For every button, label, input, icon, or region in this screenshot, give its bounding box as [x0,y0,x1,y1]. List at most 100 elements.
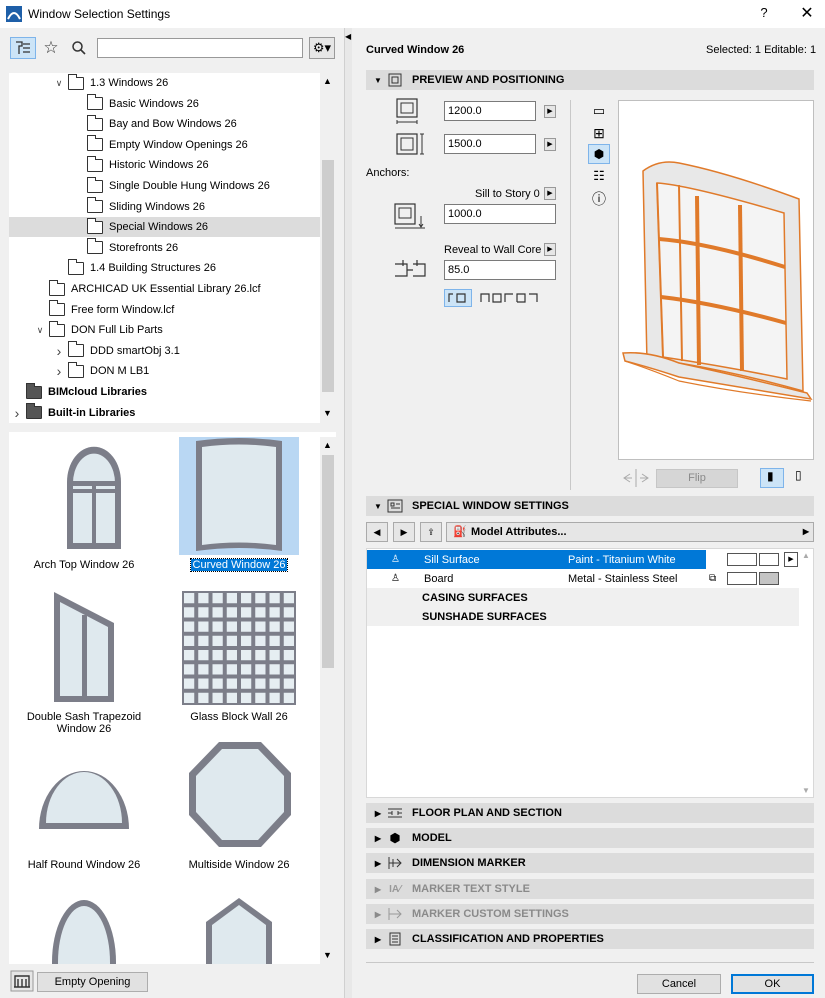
gallery-item[interactable]: Multiside Window 26 [164,737,314,871]
double-sash-trapezoid-thumbnail [24,589,144,707]
search-button[interactable] [68,37,90,59]
tree-item[interactable]: Basic Windows 26 [9,94,321,114]
scroll-up-arrow-icon[interactable]: ▲ [323,76,332,86]
height-arrow-button[interactable]: ▶ [544,138,556,151]
gallery-item[interactable]: Glass Block Wall 26 [164,589,314,723]
height-field[interactable]: 1500.0 [444,134,536,154]
gallery-item-selected[interactable]: Curved Window 26 [164,437,314,572]
tree-item[interactable]: Sliding Windows 26 [9,197,321,217]
reveal-reference-label[interactable]: Reveal to Wall Core [444,244,541,256]
tree-item[interactable]: Single Double Hung Windows 26 [9,176,321,196]
surface-swatch-alt[interactable] [759,553,779,566]
tree-scrollbar-thumb[interactable] [322,160,334,392]
empty-opening-button[interactable]: Empty Opening [37,972,148,992]
floor-plan-icon [386,806,404,820]
tree-item[interactable]: Special Windows 26 [9,217,321,238]
gallery-item[interactable] [9,892,159,964]
dimension-marker-section-header[interactable]: ▶ DIMENSION MARKER [366,853,814,873]
tree-item[interactable]: Bay and Bow Windows 26 [9,114,321,134]
width-arrow-button[interactable]: ▶ [544,105,556,118]
3d-preview[interactable] [618,100,814,460]
side-view-button[interactable]: ☷ [588,166,610,186]
info-button[interactable]: ⓘ [588,189,610,209]
attribute-scrollbar[interactable]: ▲ ▼ [802,549,814,797]
reveal-depth-field[interactable]: 85.0 [444,260,556,280]
flip-button[interactable]: Flip [656,469,738,488]
link-icon[interactable]: ⧉ [709,573,716,584]
gallery-item[interactable] [164,892,314,964]
surface-swatch[interactable] [727,572,757,585]
tree-item[interactable]: › DDD smartObj 3.1 [9,341,321,361]
sill-height-field[interactable]: 1000.0 [444,204,556,224]
collapse-panel-arrow-icon[interactable]: ◀ [345,32,351,41]
expand-chevron-icon[interactable]: ∨ [34,325,46,336]
tree-item[interactable]: Free form Window.lcf [9,300,321,320]
favorites-button[interactable]: ☆ [40,37,62,59]
collapse-chevron-icon[interactable]: › [53,343,65,359]
reveal-reference-arrow-button[interactable]: ▶ [544,243,556,256]
export-settings-button[interactable]: ⇪ [420,522,442,542]
preview-positioning-header[interactable]: ▼ PREVIEW AND POSITIONING [366,70,814,90]
collapse-chevron-icon[interactable]: › [11,405,23,421]
gallery-item[interactable]: Arch Top Window 26 [9,437,159,571]
surface-picker-arrow-icon[interactable]: ▶ [784,552,798,567]
model-section-header[interactable]: ▶ ⬢ MODEL [366,828,814,848]
tree-item[interactable]: › Built-in Libraries [9,403,321,423]
tree-item[interactable]: 1.4 Building Structures 26 [9,258,321,278]
folder-icon [87,94,103,111]
scroll-down-arrow-icon[interactable]: ▼ [802,786,810,795]
width-field[interactable]: 1200.0 [444,101,536,121]
library-manager-button[interactable] [10,970,34,992]
attribute-row[interactable]: ♙ Board Metal - Stainless Steel ⧉ [367,569,799,588]
paint-bucket-icon: ♙ [391,554,400,565]
search-input[interactable] [97,38,303,58]
front-view-button[interactable]: ⊞ [588,123,610,143]
attribute-row[interactable]: ♙ Sill Surface Paint - Titanium White ▶ [367,550,800,569]
tree-item[interactable]: ∨ DON Full Lib Parts [9,320,321,340]
next-page-button[interactable]: ▶ [393,522,415,542]
expand-chevron-icon[interactable]: ∨ [53,78,65,89]
folder-icon [68,361,84,378]
scroll-up-arrow-icon[interactable]: ▲ [802,551,810,560]
marker-text-style-section-header[interactable]: ▶ IA⁄ MARKER TEXT STYLE [366,879,814,899]
opening-side-right-button[interactable]: ▯ [789,468,813,488]
close-button[interactable]: ✕ [794,3,820,25]
tree-item[interactable]: Historic Windows 26 [9,155,321,175]
tree-item[interactable]: BIMcloud Libraries [9,382,321,402]
tree-item[interactable]: Empty Window Openings 26 [9,135,321,155]
gallery-item[interactable]: Double Sash Trapezoid Window 26 [9,589,159,735]
surface-swatch[interactable] [727,553,757,566]
opening-side-left-button[interactable]: ▮ [760,468,784,488]
attribute-group-row[interactable]: CASING SURFACES [367,588,799,607]
gallery-item[interactable]: Half Round Window 26 [9,737,159,871]
panel-splitter[interactable] [344,28,352,998]
tree-item[interactable]: ∨ 1.3 Windows 26 [9,73,321,93]
classification-section-header[interactable]: ▶ CLASSIFICATION AND PROPERTIES [366,929,814,949]
surface-swatch-alt[interactable] [759,572,779,585]
scroll-up-arrow-icon[interactable]: ▲ [323,440,332,450]
attribute-group-row[interactable]: SUNSHADE SURFACES [367,607,799,626]
tree-item[interactable]: ARCHICAD UK Essential Library 26.lcf [9,279,321,299]
sill-reference-label[interactable]: Sill to Story 0 [475,188,540,200]
scroll-down-arrow-icon[interactable]: ▼ [323,408,332,418]
3d-view-button[interactable]: ⬢ [588,144,610,164]
gallery-item-label: Arch Top Window 26 [33,559,135,571]
ok-button[interactable]: OK [731,974,814,994]
tree-item[interactable]: Storefronts 26 [9,238,321,258]
plan-view-button[interactable]: ▭ [588,101,610,121]
attribute-value: Paint - Titanium White [568,553,676,566]
tree-item[interactable]: › DON M LB1 [9,361,321,381]
folder-view-button[interactable] [10,37,36,59]
scroll-down-arrow-icon[interactable]: ▼ [323,950,332,960]
collapse-chevron-icon[interactable]: › [53,363,65,379]
gallery-scrollbar-thumb[interactable] [322,455,334,668]
model-attributes-dropdown[interactable]: ⛽ Model Attributes... ▶ [446,522,814,542]
previous-page-button[interactable]: ◀ [366,522,388,542]
floor-plan-section-header[interactable]: ▶ FLOOR PLAN AND SECTION [366,803,814,823]
library-settings-button[interactable]: ⚙▾ [309,37,335,59]
special-window-settings-header[interactable]: ▼ SPECIAL WINDOW SETTINGS [366,496,814,516]
marker-custom-settings-section-header[interactable]: ▶ MARKER CUSTOM SETTINGS [366,904,814,924]
cancel-button[interactable]: Cancel [637,974,721,994]
help-button[interactable]: ? [752,5,776,23]
sill-reference-arrow-button[interactable]: ▶ [544,187,556,200]
